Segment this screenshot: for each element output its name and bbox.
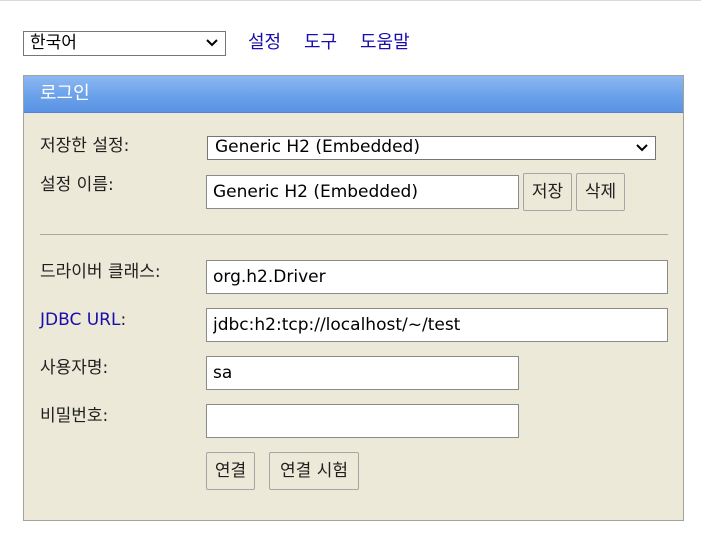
username-label: 사용자명: — [40, 358, 109, 378]
login-panel: 로그인 저장한 설정: Generic H2 (Embedded) 설정 이름:… — [23, 75, 684, 521]
tools-link[interactable]: 도구 — [304, 32, 337, 54]
driver-class-input[interactable] — [206, 260, 668, 294]
connect-button[interactable]: 연결 — [206, 452, 255, 490]
chevron-down-icon — [206, 39, 218, 47]
preferences-link[interactable]: 설정 — [248, 32, 281, 54]
saved-settings-value: Generic H2 (Embedded) — [215, 137, 420, 157]
password-label: 비밀번호: — [40, 406, 109, 426]
jdbc-url-input[interactable] — [206, 308, 668, 342]
language-select-value: 한국어 — [30, 33, 77, 53]
delete-button[interactable]: 삭제 — [576, 173, 625, 211]
help-link[interactable]: 도움말 — [360, 32, 410, 54]
username-input[interactable] — [206, 356, 519, 390]
saved-settings-label: 저장한 설정: — [40, 136, 130, 156]
save-button[interactable]: 저장 — [523, 173, 572, 211]
jdbc-url-label: JDBC URL: — [40, 309, 126, 331]
section-divider — [40, 234, 668, 235]
setting-name-input[interactable] — [206, 175, 519, 209]
h2-console-login-page: 한국어 설정 도구 도움말 로그인 저장한 설정: Generic H2 (Em… — [0, 0, 701, 537]
jdbc-url-help-link[interactable]: JDBC URL — [40, 310, 120, 330]
language-select[interactable]: 한국어 — [23, 31, 226, 56]
chevron-down-icon — [636, 144, 648, 152]
top-divider — [0, 0, 701, 1]
login-panel-header: 로그인 — [24, 76, 683, 113]
saved-settings-select[interactable]: Generic H2 (Embedded) — [207, 136, 656, 160]
test-connection-button[interactable]: 연결 시험 — [269, 452, 359, 490]
driver-class-label: 드라이버 클래스: — [40, 262, 161, 282]
login-title: 로그인 — [40, 83, 90, 104]
setting-name-label: 설정 이름: — [40, 175, 114, 195]
jdbc-url-label-colon: : — [120, 310, 127, 330]
password-input[interactable] — [206, 404, 519, 438]
